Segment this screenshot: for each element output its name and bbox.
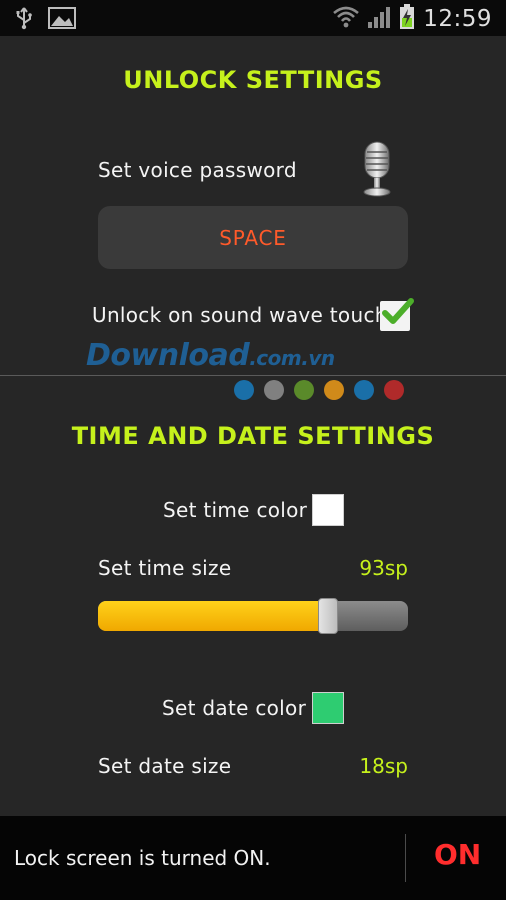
watermark-dots (234, 380, 404, 400)
sound-wave-label: Unlock on sound wave touch (92, 303, 388, 327)
unlock-settings-title: UNLOCK SETTINGS (123, 66, 383, 94)
time-date-settings-title: TIME AND DATE SETTINGS (71, 422, 435, 450)
date-color-swatch[interactable] (312, 692, 344, 724)
date-size-label: Set date size (98, 754, 232, 778)
watermark-dot (324, 380, 344, 400)
status-bar: 12:59 (0, 0, 506, 36)
time-size-label: Set time size (98, 556, 232, 580)
watermark-dot (384, 380, 404, 400)
slider-thumb[interactable] (318, 598, 338, 634)
section-divider (0, 375, 506, 376)
time-color-swatch[interactable] (312, 494, 344, 526)
date-size-value: 18sp (359, 754, 408, 778)
watermark-dot (234, 380, 254, 400)
lock-status-text: Lock screen is turned ON. (14, 846, 271, 870)
status-clock: 12:59 (423, 6, 492, 32)
image-icon (48, 7, 76, 33)
watermark-dot (294, 380, 314, 400)
watermark-dot (354, 380, 374, 400)
lock-toggle-button[interactable]: ON (434, 838, 481, 871)
microphone-icon[interactable] (360, 140, 394, 202)
time-size-slider[interactable] (98, 598, 408, 634)
wifi-icon (333, 5, 360, 33)
settings-screen: UNLOCK SETTINGS Set voice password SPACE… (0, 36, 506, 816)
watermark-logo: Download.com.vn (86, 338, 335, 373)
battery-charging-icon (399, 4, 415, 34)
signal-icon (367, 5, 391, 33)
sound-wave-checkbox[interactable] (380, 298, 414, 331)
usb-icon (14, 6, 34, 34)
watermark-dot (264, 380, 284, 400)
voice-password-label: Set voice password (98, 158, 297, 182)
slider-fill (98, 601, 328, 631)
time-size-value: 93sp (359, 556, 408, 580)
lock-status-bar: Lock screen is turned ON. ON (0, 816, 506, 900)
space-button[interactable]: SPACE (98, 206, 408, 269)
bottom-divider (405, 834, 406, 882)
checkmark-icon (382, 298, 414, 324)
date-color-label: Set date color (162, 696, 307, 720)
time-color-label: Set time color (163, 498, 308, 522)
